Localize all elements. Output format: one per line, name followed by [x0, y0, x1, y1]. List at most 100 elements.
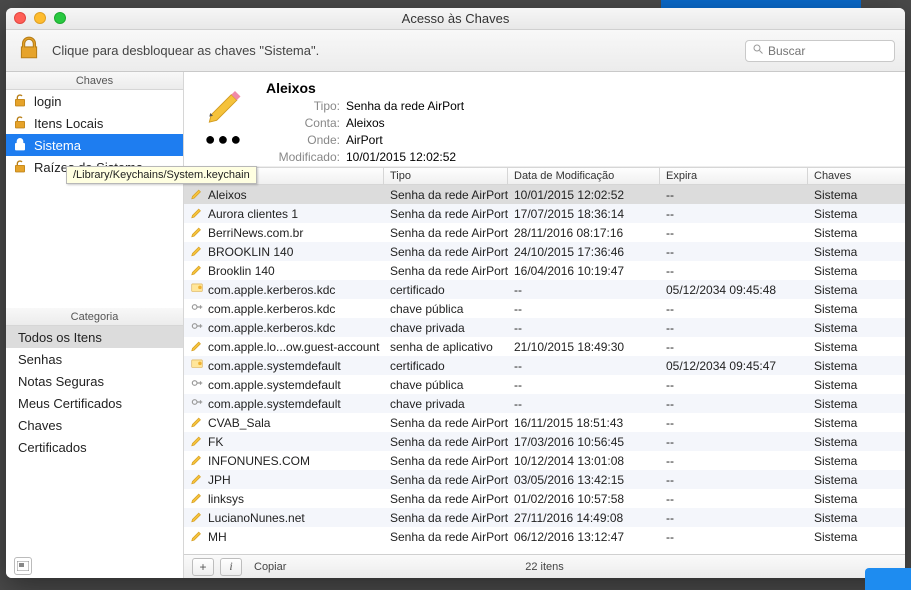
cell-name: LucianoNunes.net — [208, 511, 305, 525]
keychain-label: Itens Locais — [34, 116, 103, 131]
close-window-button[interactable] — [14, 12, 26, 24]
table-row[interactable]: BROOKLIN 140Senha da rede AirPort24/10/2… — [184, 242, 905, 261]
table-row[interactable]: com.apple.kerberos.kdcchave pública----S… — [184, 299, 905, 318]
pencil-icon — [190, 186, 204, 203]
table-row[interactable]: AleixosSenha da rede AirPort10/01/2015 1… — [184, 185, 905, 204]
table-row[interactable]: com.apple.systemdefaultcertificado--05/1… — [184, 356, 905, 375]
table-row[interactable]: CVAB_SalaSenha da rede AirPort16/11/2015… — [184, 413, 905, 432]
toolbar: Clique para desbloquear as chaves "Siste… — [6, 30, 905, 72]
pencil-icon — [190, 224, 204, 241]
unlock-keychain-button[interactable] — [16, 35, 42, 66]
table-row[interactable]: JPHSenha da rede AirPort03/05/2016 13:42… — [184, 470, 905, 489]
cell-type: Senha da rede AirPort — [384, 188, 508, 202]
table-row[interactable]: com.apple.systemdefaultchave pública----… — [184, 375, 905, 394]
minimize-window-button[interactable] — [34, 12, 46, 24]
cell-keychain: Sistema — [808, 511, 905, 525]
detail-type-label: Tipo: — [266, 98, 340, 115]
cell-name: INFONUNES.COM — [208, 454, 310, 468]
category-label: Todos os Itens — [18, 330, 102, 345]
keychain-item[interactable]: Itens Locais — [6, 112, 183, 134]
col-modified[interactable]: Data de Modificação — [508, 168, 660, 184]
pencil-icon — [190, 205, 204, 222]
search-field[interactable] — [745, 40, 895, 62]
cell-keychain: Sistema — [808, 530, 905, 544]
category-item[interactable]: Todos os Itens — [6, 326, 183, 348]
add-item-button[interactable]: + — [192, 558, 214, 576]
table-row[interactable]: MHSenha da rede AirPort06/12/2016 13:12:… — [184, 527, 905, 546]
cell-expires: -- — [660, 321, 808, 335]
cell-keychain: Sistema — [808, 435, 905, 449]
table-header: Nome▲ Tipo Data de Modificação Expira Ch… — [184, 167, 905, 185]
pencil-icon — [190, 243, 204, 260]
cell-keychain: Sistema — [808, 226, 905, 240]
cell-name: com.apple.systemdefault — [208, 359, 341, 373]
keychain-list: loginItens LocaisSistemaRaízes do Sistem… — [6, 90, 183, 178]
category-item[interactable]: Chaves — [6, 414, 183, 436]
cell-type: certificado — [384, 359, 508, 373]
table-row[interactable]: com.apple.systemdefaultchave privada----… — [184, 394, 905, 413]
key-icon — [190, 300, 204, 317]
detail-where-label: Onde: — [266, 132, 340, 149]
category-header: Categoria — [6, 308, 183, 326]
key-icon — [190, 319, 204, 336]
detail-name: Aleixos — [266, 80, 316, 96]
table-row[interactable]: com.apple.kerberos.kdccertificado--05/12… — [184, 280, 905, 299]
table-row[interactable]: Brooklin 140Senha da rede AirPort16/04/2… — [184, 261, 905, 280]
category-item[interactable]: Certificados — [6, 436, 183, 458]
category-item[interactable]: Notas Seguras — [6, 370, 183, 392]
keychain-label: login — [34, 94, 61, 109]
cell-keychain: Sistema — [808, 207, 905, 221]
window-controls — [14, 12, 66, 24]
table-row[interactable]: LucianoNunes.net Senha da rede AirPort27/… — [184, 508, 905, 527]
category-label: Meus Certificados — [18, 396, 122, 411]
col-expires[interactable]: Expira — [660, 168, 808, 184]
table-row[interactable]: com.apple.lo...ow.guest-accountsenha de … — [184, 337, 905, 356]
detail-type: Senha da rede AirPort — [346, 99, 464, 113]
keychain-item[interactable]: login — [6, 90, 183, 112]
keychain-item[interactable]: Sistema — [6, 134, 183, 156]
cell-modified: -- — [508, 397, 660, 411]
cell-type: Senha da rede AirPort — [384, 207, 508, 221]
cell-modified: 28/11/2016 08:17:16 — [508, 226, 660, 240]
pencil-icon — [190, 471, 204, 488]
cell-keychain: Sistema — [808, 264, 905, 278]
cell-name: CVAB_Sala — [208, 416, 270, 430]
table-row[interactable]: com.apple.kerberos.kdcchave privada----S… — [184, 318, 905, 337]
cell-modified: 06/12/2016 13:12:47 — [508, 530, 660, 544]
cell-type: Senha da rede AirPort — [384, 473, 508, 487]
main-split: Chaves loginItens LocaisSistemaRaízes do… — [6, 72, 905, 578]
key-icon — [190, 376, 204, 393]
table-row[interactable]: linksysSenha da rede AirPort01/02/2016 1… — [184, 489, 905, 508]
info-button[interactable]: i — [220, 558, 242, 576]
cell-expires: -- — [660, 302, 808, 316]
cell-type: chave pública — [384, 378, 508, 392]
lock-closed-icon — [12, 136, 28, 155]
pencil-icon — [190, 528, 204, 545]
col-keychain[interactable]: Chaves — [808, 168, 905, 184]
table-row[interactable]: BerriNews.com.brSenha da rede AirPort28/… — [184, 223, 905, 242]
cell-expires: -- — [660, 226, 808, 240]
table-row[interactable]: INFONUNES.COMSenha da rede AirPort10/12/… — [184, 451, 905, 470]
lock-open-icon — [12, 158, 28, 177]
cell-type: Senha da rede AirPort — [384, 511, 508, 525]
show-preview-toggle[interactable] — [14, 557, 32, 575]
keychain-label: Sistema — [34, 138, 81, 153]
lock-open-icon — [12, 114, 28, 133]
cell-keychain: Sistema — [808, 302, 905, 316]
cert-icon — [190, 357, 204, 374]
col-type[interactable]: Tipo — [384, 168, 508, 184]
cell-name: com.apple.kerberos.kdc — [208, 283, 335, 297]
table-row[interactable]: FKSenha da rede AirPort17/03/2016 10:56:… — [184, 432, 905, 451]
table-row[interactable]: Aurora clientes 1Senha da rede AirPort17… — [184, 204, 905, 223]
category-item[interactable]: Meus Certificados — [6, 392, 183, 414]
cell-modified: 27/11/2016 14:49:08 — [508, 511, 660, 525]
search-input[interactable] — [768, 44, 888, 58]
titlebar[interactable]: Acesso às Chaves — [6, 8, 905, 30]
category-label: Notas Seguras — [18, 374, 104, 389]
pencil-icon — [190, 338, 204, 355]
category-item[interactable]: Senhas — [6, 348, 183, 370]
table-body[interactable]: AleixosSenha da rede AirPort10/01/2015 1… — [184, 185, 905, 554]
zoom-window-button[interactable] — [54, 12, 66, 24]
cell-keychain: Sistema — [808, 283, 905, 297]
cell-name: com.apple.systemdefault — [208, 378, 341, 392]
